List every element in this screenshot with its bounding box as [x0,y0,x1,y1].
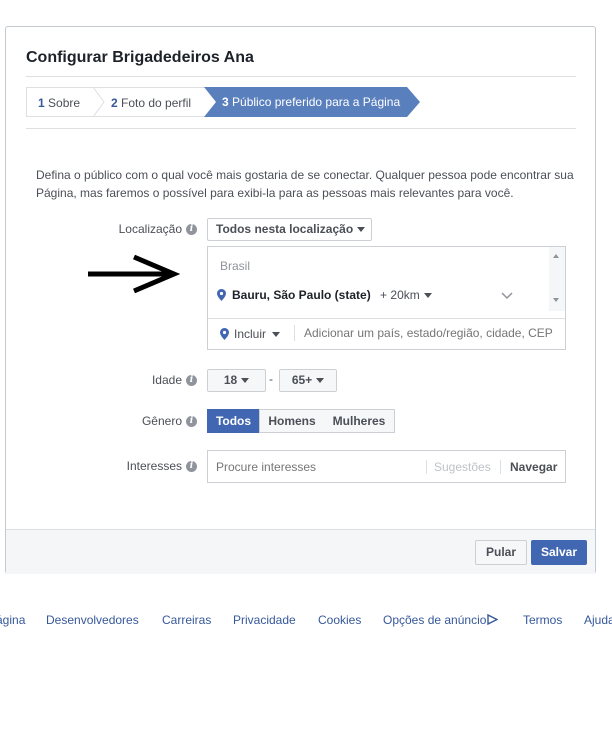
info-icon[interactable]: i [186,416,197,428]
location-selector: Brasil Bauru, São Paulo (state) + 20km I… [207,246,568,350]
expand-chevron-icon[interactable] [501,292,513,300]
age-min-value: 18 [223,373,238,387]
step-number: 2 [111,96,118,110]
step-preferred-audience[interactable]: 3 Público preferido para a Página [204,87,420,117]
info-icon[interactable]: i [186,224,197,236]
location-scrollbar[interactable] [549,247,565,311]
footer-link-terms[interactable]: Termos [523,613,562,627]
footer-link-page[interactable]: ágina [0,613,25,627]
step-number: 3 [222,95,229,109]
chevron-down-icon [272,332,281,338]
footer-link-help[interactable]: Ajuda [584,613,612,627]
age-label-text: Idade [151,373,182,387]
gender-option-women[interactable]: Mulheres [324,409,395,433]
location-place: Bauru, São Paulo (state) [232,288,371,302]
gender-option-all[interactable]: Todos [207,409,260,433]
annotation-arrow-icon [88,254,180,294]
info-icon[interactable]: i [186,375,197,387]
interests-box: Sugestões Navegar [207,450,566,483]
gender-label: Gênero i [66,414,197,428]
interests-divider-2 [500,460,501,474]
page-setup-dialog: Configurar Brigadedeiros Ana 1 Sobre 2 F… [5,26,596,574]
skip-button[interactable]: Pular [475,540,527,565]
age-label: Idade i [66,373,197,387]
age-max-dropdown[interactable]: 65+ [279,369,337,392]
location-entry[interactable]: Bauru, São Paulo (state) + 20km [217,288,432,302]
step-label: Foto do perfil [121,96,192,110]
location-mode-dropdown[interactable]: Todos nesta localização [207,218,372,241]
location-label-text: Localização [118,222,182,236]
title-divider [26,76,576,77]
page-footer-links: ágina Desenvolvedores Carreiras Privacid… [0,613,612,629]
age-max-value: 65+ [291,373,313,387]
ad-choices-label: Opções de anúncio [383,613,487,627]
save-button[interactable]: Salvar [531,540,587,565]
suggestions-link[interactable]: Sugestões [434,460,491,474]
step-label: Sobre [48,96,81,110]
gender-option-men[interactable]: Homens [259,409,325,433]
dialog-footer: Pular Salvar [6,529,595,574]
interests-divider [426,460,427,474]
step-profile-photo[interactable]: 2 Foto do perfil [96,87,208,117]
location-label: Localização i [66,222,197,236]
interests-label: Interesses i [66,459,197,473]
location-search-input[interactable] [300,323,568,343]
map-pin-icon [217,289,226,301]
step-label: Público preferido para a Página [232,95,401,109]
include-divider [294,325,295,341]
age-min-dropdown[interactable]: 18 [207,369,266,392]
step-about[interactable]: 1 Sobre [26,87,96,117]
gender-label-text: Gênero [141,414,182,428]
dialog-title: Configurar Brigadedeiros Ana [26,49,254,66]
chevron-down-icon [357,227,366,233]
setup-steps: 1 Sobre 2 Foto do perfil 3 Público prefe… [26,87,426,117]
chevron-down-icon [316,378,325,384]
location-radius: + 20km [380,288,420,302]
step-number: 1 [38,96,45,110]
location-radius-dropdown[interactable]: + 20km [380,288,432,302]
info-icon[interactable]: i [186,461,197,473]
steps-divider [26,128,576,129]
footer-link-cookies[interactable]: Cookies [318,613,361,627]
include-dropdown[interactable]: Incluir [220,327,281,341]
scroll-down-icon[interactable] [553,298,559,302]
interests-label-text: Interesses [126,459,182,473]
footer-link-privacy[interactable]: Privacidade [233,613,296,627]
chevron-down-icon [241,378,250,384]
audience-description: Defina o público com o qual você mais go… [36,168,574,200]
interests-search-input[interactable] [212,457,420,477]
footer-link-ad-choices[interactable]: Opções de anúncio [383,613,499,627]
footer-link-developers[interactable]: Desenvolvedores [46,613,139,627]
location-divider [208,318,565,319]
browse-link[interactable]: Navegar [510,460,557,474]
map-pin-icon [220,328,229,340]
chevron-down-icon [423,293,432,299]
include-label: Incluir [234,327,267,341]
age-separator: - [269,372,273,386]
location-country: Brasil [220,259,251,273]
ad-choices-icon [487,613,499,626]
location-mode-value: Todos nesta localização [216,222,354,236]
scroll-up-icon[interactable] [553,254,559,258]
footer-link-careers[interactable]: Carreiras [162,613,211,627]
